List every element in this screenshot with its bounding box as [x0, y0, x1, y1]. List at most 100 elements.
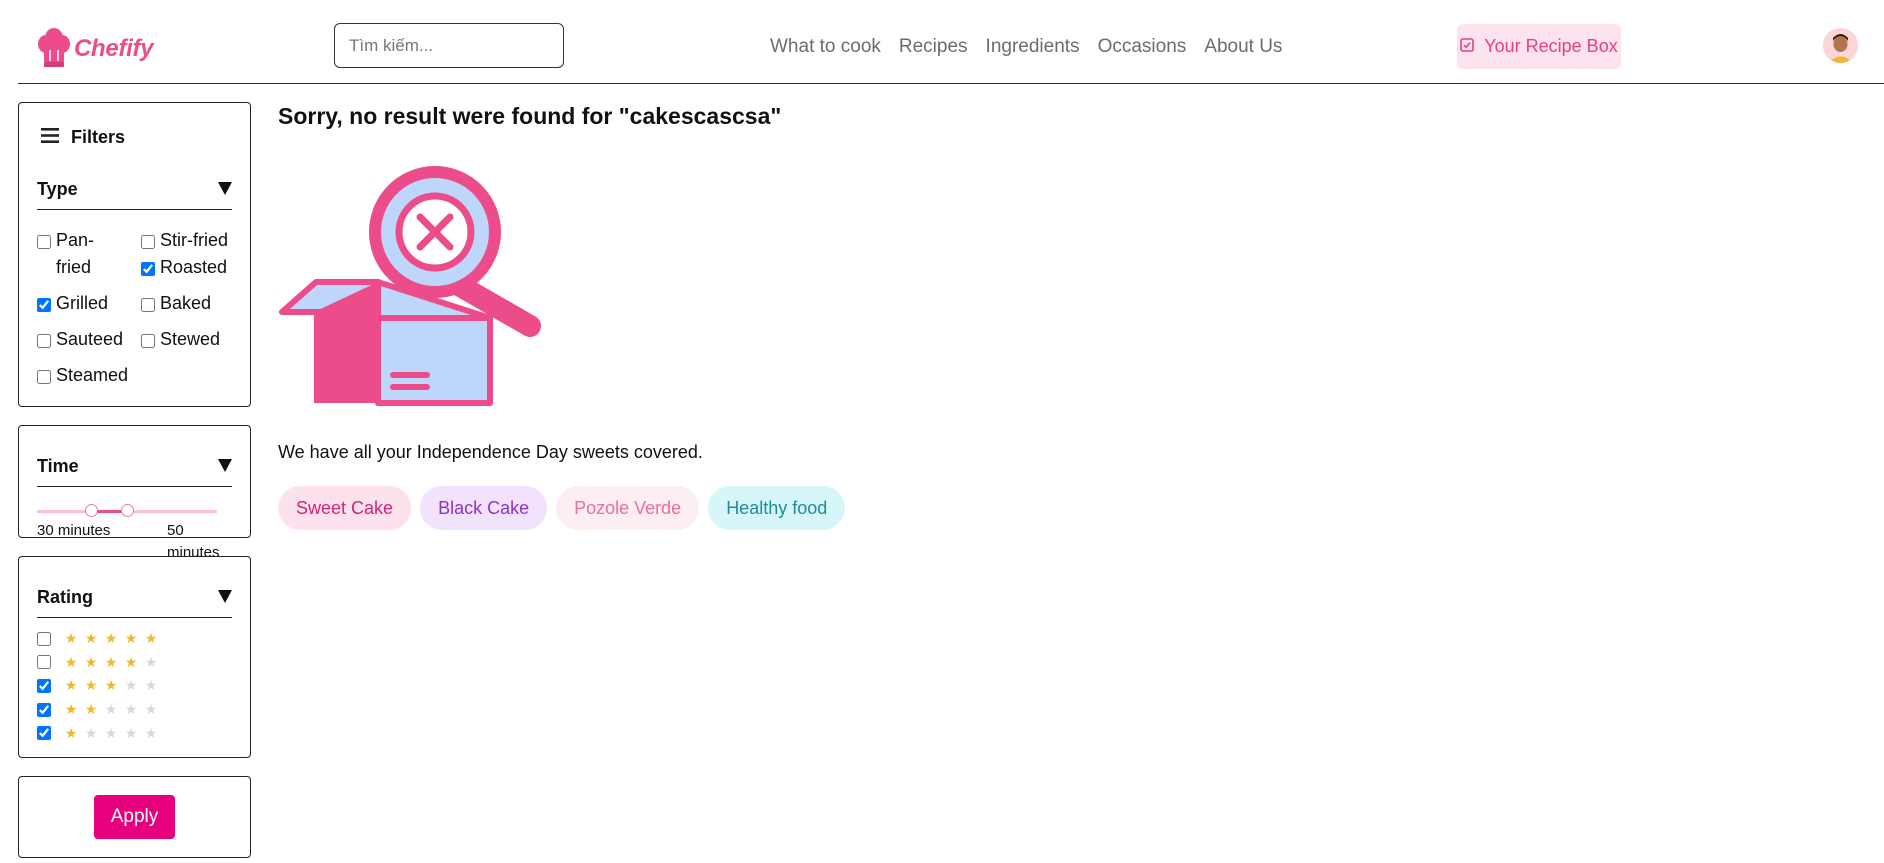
time-filter-panel: Time 30 minutes 50 minutes — [18, 425, 251, 561]
rating-options: ★ ★ ★ ★ ★ ★ ★ ★ ★ ★ ★ ★ ★ ★ ★ ★ ★ ★ ★ ★ ★ ★ ★ ★ ★ — [37, 627, 161, 745]
type-option[interactable]: Sauteed — [37, 326, 141, 353]
header-divider — [18, 83, 1884, 84]
type-section-header[interactable]: Type — [37, 179, 232, 210]
time-section-header[interactable]: Time — [37, 456, 232, 487]
type-checkbox[interactable] — [141, 298, 155, 312]
type-option[interactable]: Stewed — [141, 326, 241, 389]
type-title: Type — [37, 179, 78, 199]
suggestion-chip[interactable]: Pozole Verde — [556, 486, 700, 530]
type-option-label: Stewed — [160, 329, 221, 349]
rating-checkbox[interactable] — [37, 702, 51, 717]
rating-checkbox[interactable] — [37, 726, 51, 741]
time-min-handle[interactable] — [85, 504, 98, 517]
star-icon: ★ — [84, 724, 98, 741]
suggestion-text: We have all your Independence Day sweets… — [278, 442, 703, 462]
brand-logo[interactable]: Chefify — [38, 24, 154, 73]
type-checkbox[interactable] — [37, 235, 51, 249]
nav-recipes[interactable]: Recipes — [899, 36, 968, 58]
top-header: Chefify What to cook Recipes Ingredients… — [0, 0, 1884, 84]
main-nav: What to cook Recipes Ingredients Occasio… — [770, 36, 1282, 58]
time-max-handle[interactable] — [121, 504, 134, 517]
user-avatar[interactable] — [1823, 28, 1858, 63]
time-title: Time — [37, 456, 79, 476]
type-option-label: Roasted — [160, 257, 228, 277]
suggestion-chip[interactable]: Healthy food — [708, 486, 846, 530]
star-icon: ★ — [84, 653, 98, 670]
star-icon: ★ — [64, 677, 78, 694]
star-icon: ★ — [144, 724, 158, 741]
type-option-label: Steamed — [56, 365, 129, 385]
caret-down-icon — [218, 590, 232, 603]
star-icon: ★ — [64, 630, 78, 647]
type-option[interactable]: Grilled — [37, 290, 141, 317]
star-icon: ★ — [104, 677, 118, 694]
search-input[interactable] — [334, 23, 564, 68]
star-icon: ★ — [124, 677, 138, 694]
type-options: Pan-fried Stir-fried Grilled Roasted Sau… — [37, 227, 241, 398]
star-icon: ★ — [104, 630, 118, 647]
star-icon: ★ — [104, 653, 118, 670]
type-checkbox[interactable] — [141, 334, 155, 348]
rating-option[interactable]: ★ ★ ★ ★ ★ — [37, 698, 161, 722]
star-icon: ★ — [84, 677, 98, 694]
nav-occasions[interactable]: Occasions — [1098, 36, 1187, 58]
recipe-box-label: Your Recipe Box — [1484, 36, 1618, 56]
chef-hat-icon — [38, 24, 70, 73]
star-icon: ★ — [104, 724, 118, 741]
star-icon: ★ — [64, 724, 78, 741]
brand-name: Chefify — [74, 34, 154, 62]
type-checkbox[interactable] — [37, 298, 51, 312]
apply-button[interactable]: Apply — [94, 795, 175, 839]
type-option[interactable]: Steamed — [37, 362, 141, 389]
star-icon: ★ — [124, 653, 138, 670]
star-icon: ★ — [124, 630, 138, 647]
empty-box-search-illustration — [278, 166, 558, 415]
type-option-label: Baked — [160, 293, 212, 313]
caret-down-icon — [218, 182, 232, 195]
star-icon: ★ — [144, 701, 158, 718]
nav-what-to-cook[interactable]: What to cook — [770, 36, 881, 58]
no-result-title: Sorry, no result were found for "cakesca… — [278, 103, 782, 129]
star-icon: ★ — [124, 724, 138, 741]
suggestion-chips: Sweet Cake Black Cake Pozole Verde Healthy … — [278, 486, 846, 530]
type-checkbox[interactable] — [37, 334, 51, 348]
star-icon: ★ — [64, 701, 78, 718]
recipe-box-button[interactable]: Your Recipe Box — [1457, 24, 1621, 69]
type-checkbox[interactable] — [37, 370, 51, 384]
menu-icon — [41, 127, 59, 148]
apply-panel: Apply — [18, 776, 251, 858]
type-option-label: Pan-fried — [56, 230, 95, 277]
suggestion-chip[interactable]: Black Cake — [420, 486, 548, 530]
star-icon: ★ — [84, 630, 98, 647]
star-icon: ★ — [104, 701, 118, 718]
time-min-label: 30 minutes — [37, 522, 111, 539]
rating-section-header[interactable]: Rating — [37, 587, 232, 618]
filters-header: Filters — [41, 127, 125, 148]
star-icon: ★ — [144, 653, 158, 670]
rating-option[interactable]: ★ ★ ★ ★ ★ — [37, 651, 161, 675]
type-option-label: Stir-fried — [160, 230, 229, 250]
suggestion-chip[interactable]: Sweet Cake — [278, 486, 412, 530]
rating-checkbox[interactable] — [37, 655, 51, 670]
rating-checkbox[interactable] — [37, 678, 51, 693]
nav-ingredients[interactable]: Ingredients — [986, 36, 1080, 58]
star-icon: ★ — [84, 701, 98, 718]
rating-filter-panel: Rating ★ ★ ★ ★ ★ ★ ★ ★ ★ ★ ★ ★ ★ ★ ★ ★ ★ ★ ★ ★ ★ ★ ★ ★ ★ — [18, 556, 251, 758]
rating-option[interactable]: ★ ★ ★ ★ ★ — [37, 627, 161, 651]
caret-down-icon — [218, 459, 232, 472]
type-option-label: Grilled — [56, 293, 109, 313]
recipe-box-icon — [1460, 36, 1475, 57]
star-icon: ★ — [144, 677, 158, 694]
rating-option[interactable]: ★ ★ ★ ★ ★ — [37, 721, 161, 745]
type-option-label: Sauteed — [56, 329, 124, 349]
type-checkbox[interactable] — [141, 262, 155, 276]
type-filter-panel: Filters Type Pan-fried Stir-fried Grille… — [18, 102, 251, 407]
type-option[interactable]: Pan-fried — [37, 227, 141, 281]
star-icon: ★ — [124, 701, 138, 718]
time-range-slider[interactable] — [37, 504, 217, 517]
nav-about-us[interactable]: About Us — [1204, 36, 1282, 58]
rating-checkbox[interactable] — [37, 631, 51, 646]
type-checkbox[interactable] — [141, 235, 155, 249]
rating-option[interactable]: ★ ★ ★ ★ ★ — [37, 674, 161, 698]
star-icon: ★ — [144, 630, 158, 647]
